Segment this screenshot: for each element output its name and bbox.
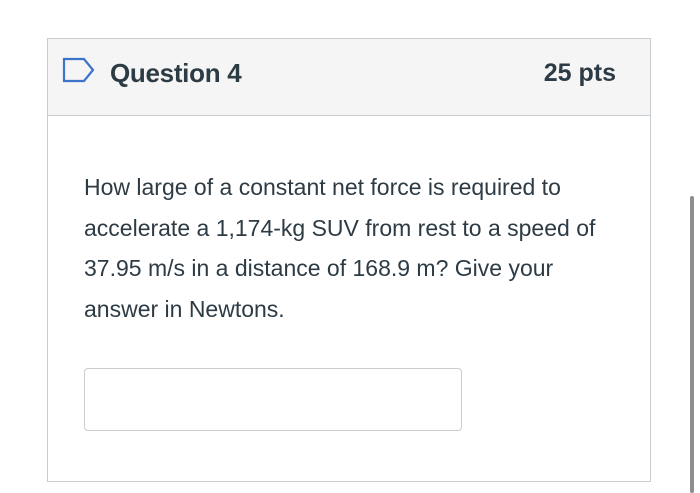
question-text: How large of a constant net force is req… — [84, 174, 596, 322]
quiz-page: Question 4 25 pts How large of a constan… — [0, 0, 700, 493]
page-scrollbar[interactable] — [690, 196, 694, 493]
question-title: Question 4 — [110, 58, 242, 88]
answer-input[interactable] — [84, 368, 462, 431]
question-header: Question 4 25 pts — [48, 39, 650, 116]
question-card: Question 4 25 pts How large of a constan… — [47, 38, 651, 482]
question-points: 25 pts — [543, 59, 616, 87]
bookmark-flag-icon[interactable] — [62, 57, 96, 83]
